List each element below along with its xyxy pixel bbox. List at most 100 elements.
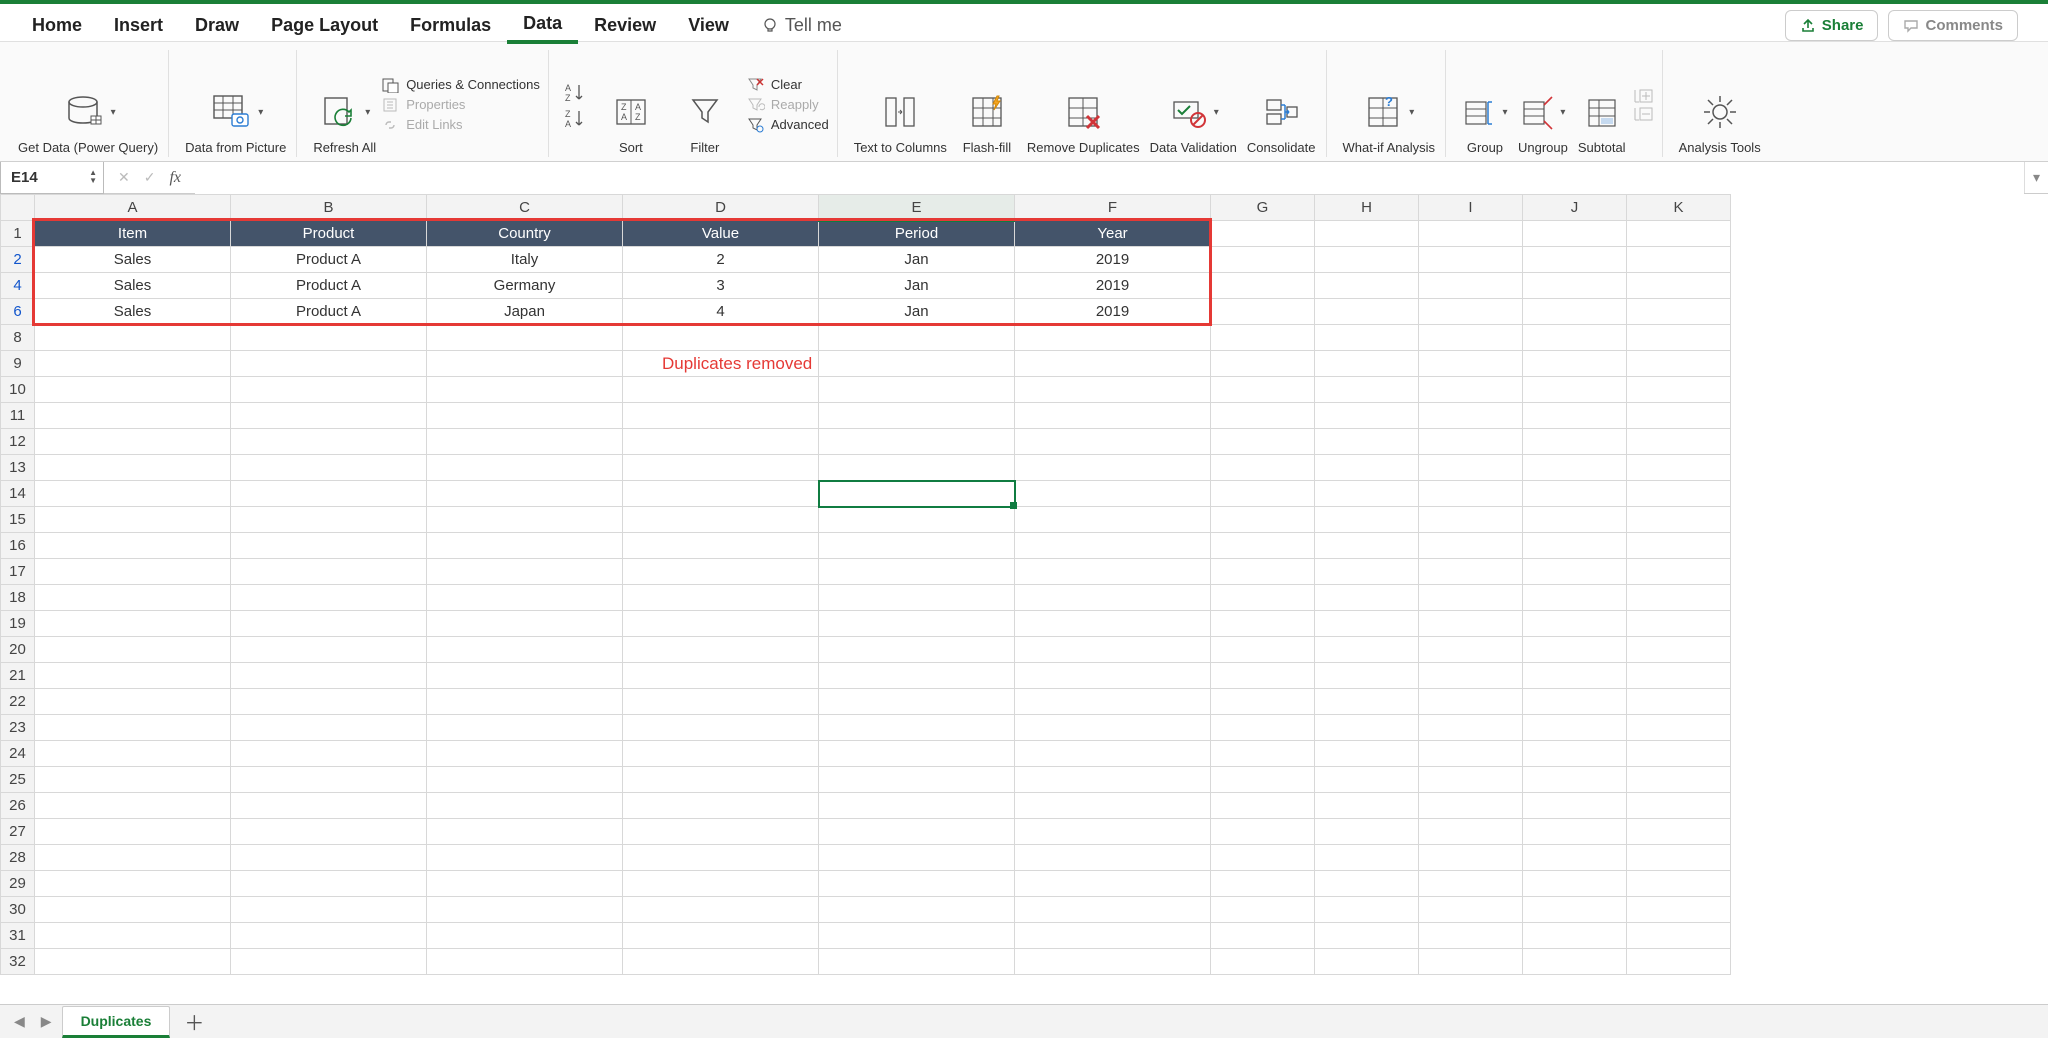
cell[interactable]: Italy [427,247,623,273]
queries-connections-button[interactable]: Queries & Connections [382,77,540,93]
cell[interactable] [1419,533,1523,559]
cell[interactable] [1627,299,1731,325]
cell[interactable] [231,741,427,767]
cell[interactable] [1419,351,1523,377]
cell[interactable] [819,429,1015,455]
cell[interactable] [623,663,819,689]
cell[interactable] [1211,429,1315,455]
cell[interactable] [623,845,819,871]
cell[interactable] [427,923,623,949]
cell[interactable] [35,819,231,845]
cell[interactable] [1015,351,1211,377]
cell[interactable] [1211,897,1315,923]
cell[interactable] [35,325,231,351]
cell[interactable] [819,611,1015,637]
cell[interactable] [231,325,427,351]
cell[interactable]: Item [35,221,231,247]
cell[interactable] [1523,377,1627,403]
cell[interactable] [427,715,623,741]
cell[interactable] [1627,715,1731,741]
cell[interactable] [1523,637,1627,663]
cell[interactable]: Germany [427,273,623,299]
sort-asc-button[interactable]: AZ [563,81,589,103]
cell[interactable] [427,481,623,507]
row-header[interactable]: 8 [1,325,35,351]
cell[interactable] [231,559,427,585]
cell[interactable] [1523,923,1627,949]
cell[interactable] [1419,923,1523,949]
sheet-tab-duplicates[interactable]: Duplicates [62,1006,171,1038]
cell[interactable] [1015,377,1211,403]
row-header[interactable]: 19 [1,611,35,637]
data-validation-button[interactable]: ▾Data Validation [1148,50,1239,157]
cell[interactable] [1315,325,1419,351]
cell[interactable] [231,403,427,429]
cell[interactable] [1523,481,1627,507]
analysis-tools-button[interactable]: Analysis Tools [1677,50,1763,157]
cell[interactable]: Period [819,221,1015,247]
cell[interactable] [1523,793,1627,819]
column-header[interactable]: I [1419,195,1523,221]
column-header[interactable]: H [1315,195,1419,221]
cell[interactable] [1419,247,1523,273]
cell[interactable] [1211,819,1315,845]
cell[interactable]: Jan [819,273,1015,299]
cell[interactable] [1015,923,1211,949]
cell[interactable] [1315,559,1419,585]
tab-home[interactable]: Home [16,9,98,42]
cell[interactable] [1211,533,1315,559]
cell[interactable] [1523,689,1627,715]
cell[interactable] [623,533,819,559]
cell[interactable] [819,403,1015,429]
cell[interactable] [1015,585,1211,611]
cell[interactable] [1315,663,1419,689]
cell[interactable] [1523,845,1627,871]
cell[interactable] [819,793,1015,819]
row-header[interactable]: 2 [1,247,35,273]
cell[interactable] [623,689,819,715]
cell[interactable] [1523,507,1627,533]
cell[interactable] [1315,871,1419,897]
cell[interactable] [427,429,623,455]
cell[interactable] [1211,559,1315,585]
add-sheet-button[interactable]: ＋ [174,1003,214,1040]
cell[interactable] [231,663,427,689]
cell[interactable] [1627,585,1731,611]
cell[interactable] [1211,871,1315,897]
cell[interactable] [427,741,623,767]
cell[interactable] [623,793,819,819]
cell[interactable] [623,923,819,949]
cell[interactable] [623,871,819,897]
cell[interactable] [1419,767,1523,793]
cell[interactable] [1419,793,1523,819]
cell[interactable] [1523,897,1627,923]
cell[interactable] [1211,325,1315,351]
comments-button[interactable]: Comments [1888,10,2018,41]
cell[interactable] [231,585,427,611]
cell[interactable] [1315,507,1419,533]
cell[interactable] [1315,715,1419,741]
cell[interactable] [1015,559,1211,585]
sort-desc-button[interactable]: ZA [563,107,589,129]
cell[interactable] [35,611,231,637]
cell[interactable] [1211,481,1315,507]
cell[interactable] [427,611,623,637]
cell[interactable]: 2019 [1015,247,1211,273]
tab-view[interactable]: View [672,9,745,42]
cell[interactable] [1627,351,1731,377]
tab-formulas[interactable]: Formulas [394,9,507,42]
name-box-stepper[interactable]: ▲▼ [89,169,97,185]
cell[interactable] [35,663,231,689]
cell[interactable]: Product A [231,247,427,273]
row-header[interactable]: 4 [1,273,35,299]
cell[interactable] [231,611,427,637]
cell[interactable] [1211,637,1315,663]
cell[interactable] [427,845,623,871]
column-header[interactable]: F [1015,195,1211,221]
cell[interactable]: 2019 [1015,273,1211,299]
cell[interactable] [1523,325,1627,351]
cell[interactable] [623,403,819,429]
cell[interactable] [1627,507,1731,533]
cancel-formula-icon[interactable]: ✕ [118,169,130,186]
cell[interactable] [231,767,427,793]
